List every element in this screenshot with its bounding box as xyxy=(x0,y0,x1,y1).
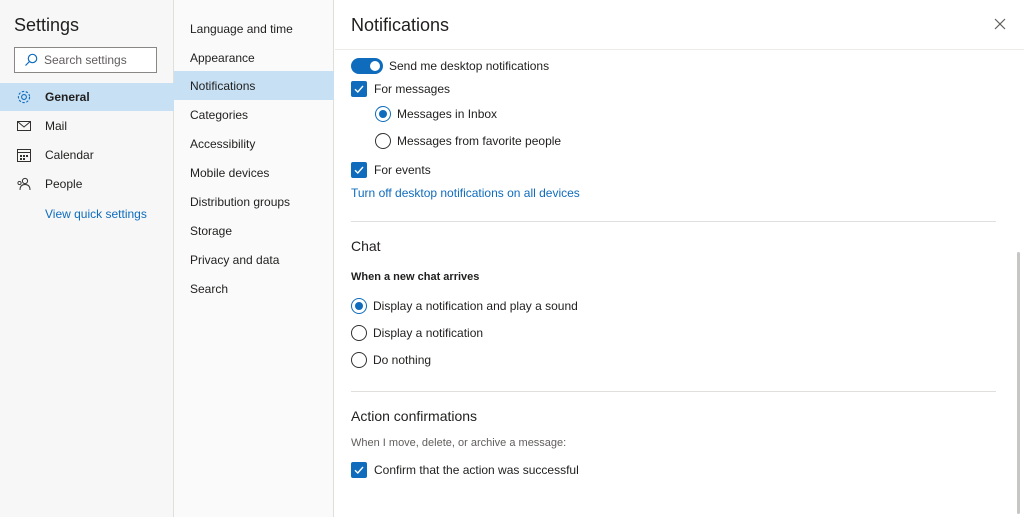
chat-subtitle: When a new chat arrives xyxy=(351,271,480,283)
desktop-notifications-toggle[interactable] xyxy=(351,58,383,74)
category-categories[interactable]: Categories xyxy=(174,100,334,129)
checkmark-icon xyxy=(354,466,364,475)
settings-sidebar: Settings Search settings General Mail Ca… xyxy=(0,0,174,517)
nav-item-label: People xyxy=(45,177,83,191)
close-button[interactable] xyxy=(992,16,1008,32)
category-privacy-and-data[interactable]: Privacy and data xyxy=(174,245,334,274)
scrollbar[interactable] xyxy=(1017,252,1020,514)
action-confirmations-title: Action confirmations xyxy=(351,408,478,424)
turn-off-notifications-link[interactable]: Turn off desktop notifications on all de… xyxy=(351,186,580,200)
checkmark-icon xyxy=(354,85,364,94)
people-icon xyxy=(16,176,32,192)
for-events-row: For events xyxy=(351,162,431,178)
nav-item-people[interactable]: People xyxy=(0,170,174,198)
view-quick-settings-link[interactable]: View quick settings xyxy=(45,207,147,221)
panel-header: Notifications xyxy=(335,0,1024,50)
search-input[interactable]: Search settings xyxy=(14,47,157,73)
settings-categories: Language and time Appearance Notificatio… xyxy=(174,0,334,517)
for-messages-row: For messages xyxy=(351,81,450,97)
chat-option-nothing-row: Do nothing xyxy=(351,352,431,368)
category-language-and-time[interactable]: Language and time xyxy=(174,14,334,43)
checkmark-icon xyxy=(354,166,364,175)
confirm-action-row: Confirm that the action was successful xyxy=(351,462,579,478)
chat-option-notify-sound-radio[interactable] xyxy=(351,298,367,314)
close-icon xyxy=(994,18,1006,30)
category-mobile-devices[interactable]: Mobile devices xyxy=(174,158,334,187)
for-events-checkbox[interactable] xyxy=(351,162,367,178)
messages-inbox-label: Messages in Inbox xyxy=(397,107,498,121)
chat-option-label: Display a notification and play a sound xyxy=(373,299,578,313)
chat-option-notify-sound-row: Display a notification and play a sound xyxy=(351,298,578,314)
confirm-action-checkbox[interactable] xyxy=(351,462,367,478)
desktop-notifications-row: Send me desktop notifications xyxy=(351,58,549,74)
search-icon xyxy=(23,52,39,68)
messages-inbox-row: Messages in Inbox xyxy=(375,106,497,122)
calendar-icon xyxy=(16,147,32,163)
chat-option-label: Display a notification xyxy=(373,326,484,340)
page-title: Notifications xyxy=(351,15,450,35)
category-search[interactable]: Search xyxy=(174,274,334,303)
desktop-notifications-label: Send me desktop notifications xyxy=(389,59,550,73)
for-messages-checkbox[interactable] xyxy=(351,81,367,97)
category-distribution-groups[interactable]: Distribution groups xyxy=(174,187,334,216)
nav-item-general[interactable]: General xyxy=(0,83,174,111)
for-messages-label: For messages xyxy=(374,82,451,96)
search-placeholder: Search settings xyxy=(44,53,127,67)
category-storage[interactable]: Storage xyxy=(174,216,334,245)
category-appearance[interactable]: Appearance xyxy=(174,43,334,72)
notifications-panel: Notifications Send me desktop notificati… xyxy=(335,0,1024,517)
chat-option-notify-row: Display a notification xyxy=(351,325,483,341)
confirm-action-label: Confirm that the action was successful xyxy=(374,463,579,477)
mail-icon xyxy=(16,118,32,134)
chat-option-nothing-radio[interactable] xyxy=(351,352,367,368)
messages-favorite-row: Messages from favorite people xyxy=(375,133,561,149)
settings-title: Settings xyxy=(14,15,80,35)
nav-item-calendar[interactable]: Calendar xyxy=(0,141,174,169)
action-confirmations-description: When I move, delete, or archive a messag… xyxy=(351,437,567,449)
for-events-label: For events xyxy=(374,163,431,177)
category-accessibility[interactable]: Accessibility xyxy=(174,129,334,158)
chat-option-label: Do nothing xyxy=(373,353,432,367)
category-notifications[interactable]: Notifications xyxy=(174,71,334,100)
messages-favorite-radio[interactable] xyxy=(375,133,391,149)
gear-icon xyxy=(16,89,32,105)
section-divider xyxy=(351,391,996,392)
messages-inbox-radio[interactable] xyxy=(375,106,391,122)
section-divider xyxy=(351,221,996,222)
nav-item-label: General xyxy=(45,90,90,104)
nav-item-label: Mail xyxy=(45,119,68,133)
nav-item-mail[interactable]: Mail xyxy=(0,112,174,140)
chat-option-notify-radio[interactable] xyxy=(351,325,367,341)
nav-item-label: Calendar xyxy=(45,148,94,162)
chat-section-title: Chat xyxy=(351,238,381,254)
messages-favorite-label: Messages from favorite people xyxy=(397,134,562,148)
